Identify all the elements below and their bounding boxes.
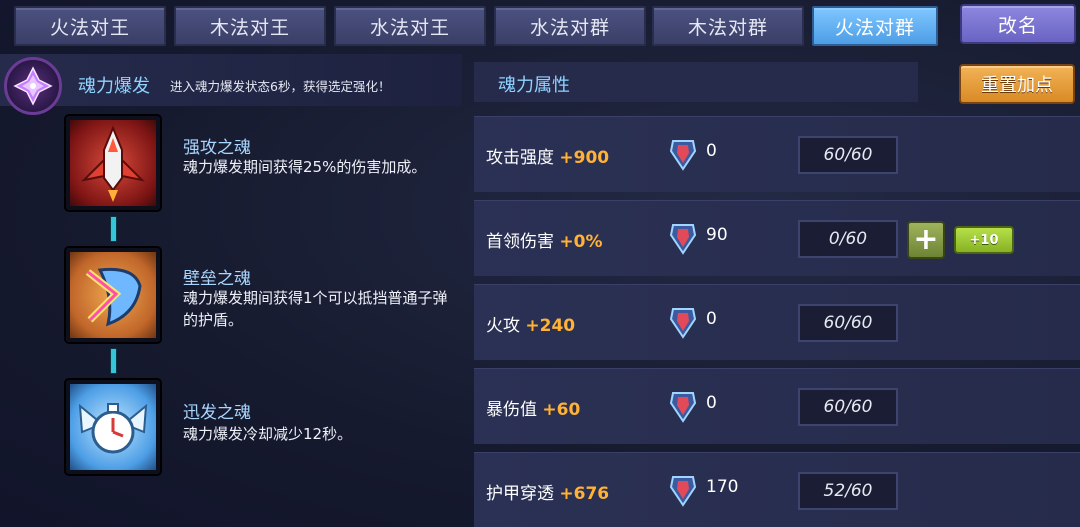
level-progress: 0/60 <box>798 220 898 258</box>
gem-count: 90 <box>706 225 728 245</box>
level-progress: 60/60 <box>798 304 898 342</box>
attribute-bonus: +60 <box>542 400 581 420</box>
gem-count: 0 <box>706 393 717 413</box>
tab-fire-vs-group[interactable]: 火法对群 <box>812 6 938 46</box>
attribute-bonus: +900 <box>559 148 610 168</box>
attribute-label: 攻击强度 +900 <box>486 148 610 168</box>
shield-sword-icon[interactable] <box>66 248 160 342</box>
tab-water-vs-group[interactable]: 水法对群 <box>494 6 646 46</box>
purple-crystal-icon <box>4 57 62 115</box>
soul-gem-icon <box>668 389 698 423</box>
soul-power-screen: 火法对王 木法对王 水法对王 水法对群 木法对群 火法对群 改名 魂力爆发 进入… <box>0 0 1080 527</box>
gem-count: 170 <box>706 477 739 497</box>
level-progress: 60/60 <box>798 388 898 426</box>
attribute-label: 护甲穿透 +676 <box>486 484 610 504</box>
soul-gem-icon <box>668 305 698 339</box>
soul-name: 迅发之魂 <box>183 403 251 423</box>
tab-wood-vs-boss[interactable]: 木法对王 <box>174 6 326 46</box>
attribute-bonus: +240 <box>525 316 576 336</box>
winged-clock-icon[interactable] <box>66 380 160 474</box>
attribute-label: 暴伤值 +60 <box>486 400 581 420</box>
attribute-bonus: +676 <box>559 484 610 504</box>
attribute-row: 暴伤值 +60 0 60/60 <box>474 368 1080 444</box>
add-point-button[interactable]: + <box>907 221 945 259</box>
soul-name: 壁垒之魂 <box>183 269 251 289</box>
rename-button[interactable]: 改名 <box>960 4 1076 44</box>
gem-count: 0 <box>706 141 717 161</box>
connector-line <box>110 348 117 374</box>
burst-header: 魂力爆发 进入魂力爆发状态6秒，获得选定强化！ <box>0 54 462 115</box>
reset-points-button[interactable]: 重置加点 <box>959 64 1075 104</box>
attribute-label: 首领伤害 +0% <box>486 232 603 252</box>
soul-description: 魂力爆发冷却减少12秒。 <box>183 425 353 443</box>
attribute-row: 护甲穿透 +676 170 52/60 <box>474 452 1080 527</box>
tab-water-vs-boss[interactable]: 水法对王 <box>334 6 486 46</box>
attribute-label: 火攻 +240 <box>486 316 576 336</box>
soul-gem-icon <box>668 473 698 507</box>
tab-wood-vs-group[interactable]: 木法对群 <box>652 6 804 46</box>
attribute-row: 火攻 +240 0 60/60 <box>474 284 1080 360</box>
soul-gem-icon <box>668 137 698 171</box>
soul-name: 强攻之魂 <box>183 138 251 158</box>
attributes-title: 魂力属性 <box>498 75 570 96</box>
attribute-bonus: +0% <box>559 232 603 252</box>
attribute-row: 首领伤害 +0% 90 0/60 + +10 <box>474 200 1080 276</box>
gem-count: 0 <box>706 309 717 329</box>
connector-line <box>110 216 117 242</box>
tab-fire-vs-boss[interactable]: 火法对王 <box>14 6 166 46</box>
soul-description: 魂力爆发期间获得25%的伤害加成。 <box>183 158 427 176</box>
soul-gem-icon <box>668 221 698 255</box>
soul-burst-panel: 魂力爆发 进入魂力爆发状态6秒，获得选定强化！ 强攻之魂 魂力爆发期间获得25%… <box>0 50 462 527</box>
soul-description: 魂力爆发期间获得1个可以抵挡普通子弹的护盾。 <box>183 289 448 329</box>
attributes-header: 魂力属性 <box>474 62 918 102</box>
burst-description: 进入魂力爆发状态6秒，获得选定强化！ <box>170 79 391 94</box>
tab-bar: 火法对王 木法对王 水法对王 水法对群 木法对群 火法对群 改名 <box>0 0 1080 50</box>
burst-title: 魂力爆发 <box>78 76 150 97</box>
add-ten-points-button[interactable]: +10 <box>954 226 1014 254</box>
level-progress: 52/60 <box>798 472 898 510</box>
level-progress: 60/60 <box>798 136 898 174</box>
attribute-row: 攻击强度 +900 0 60/60 <box>474 116 1080 192</box>
red-rocket-icon[interactable] <box>66 116 160 210</box>
